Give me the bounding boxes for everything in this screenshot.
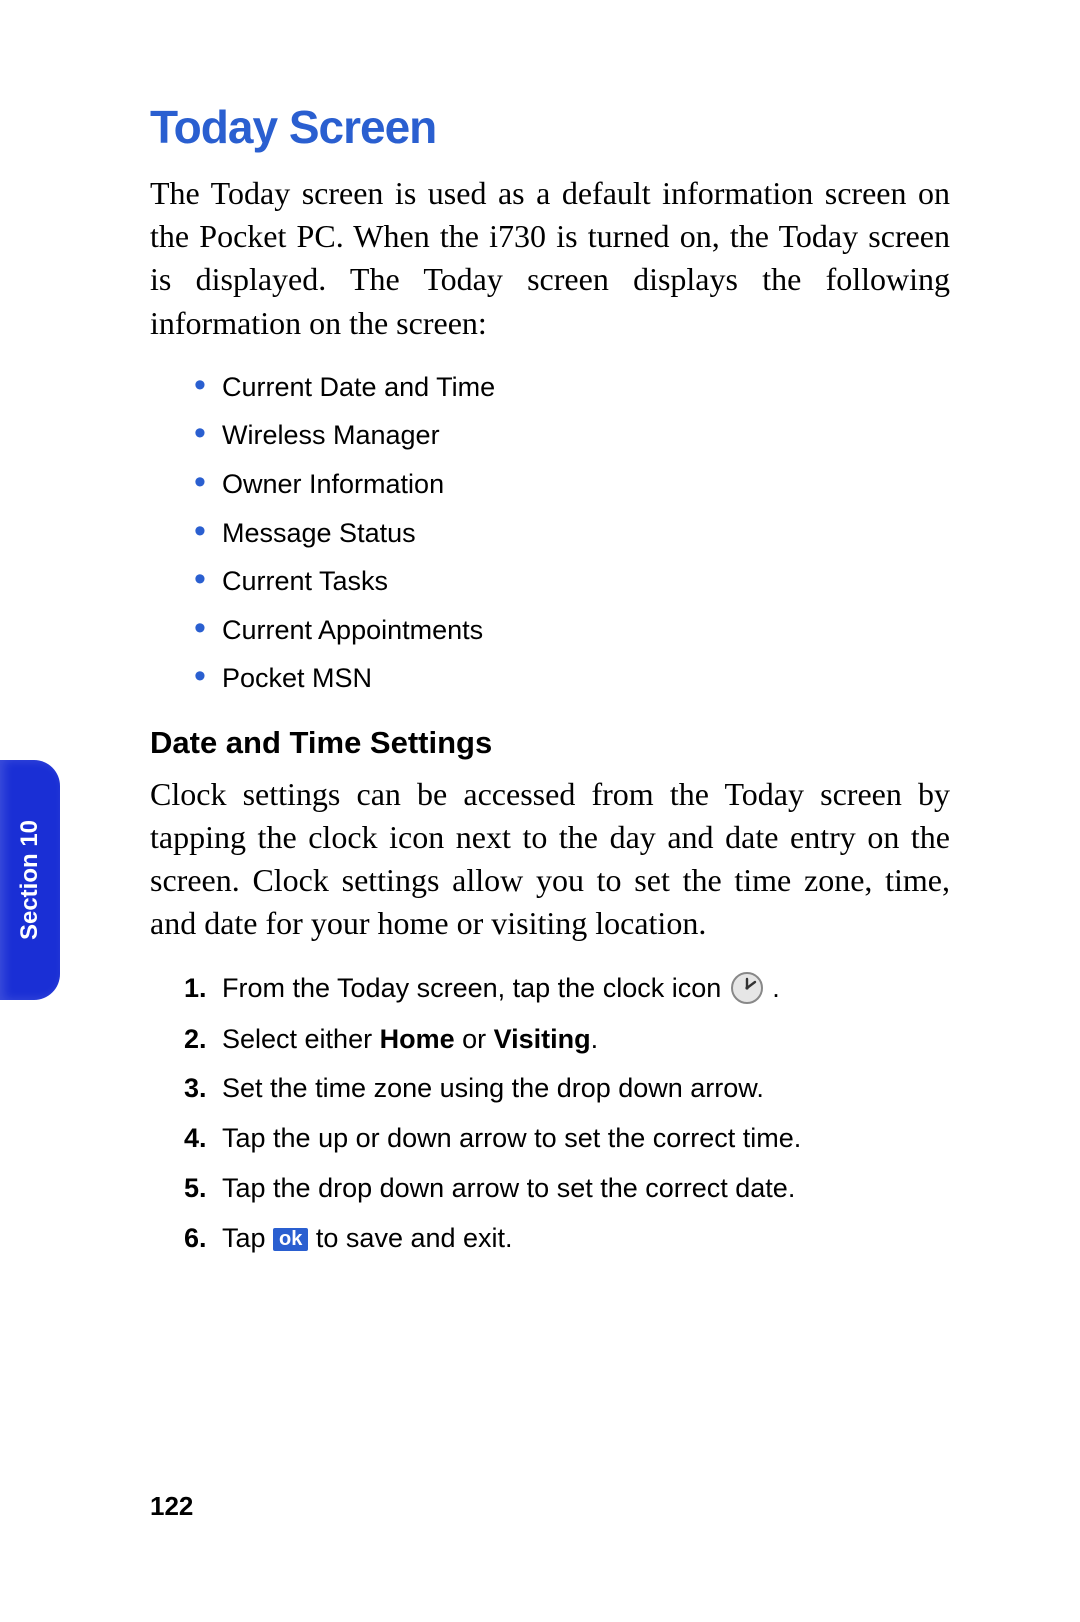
step-text: From the Today screen, tap the clock ico… (222, 973, 729, 1003)
step-item: Set the time zone using the drop down ar… (222, 1064, 950, 1114)
section-tab: Section 10 (0, 760, 60, 1000)
document-page: Section 10 Today Screen The Today screen… (0, 0, 1080, 1622)
step-bold: Visiting (494, 1024, 591, 1054)
list-item: Wireless Manager (222, 411, 950, 460)
step-item: Tap the up or down arrow to set the corr… (222, 1114, 950, 1164)
subheading: Date and Time Settings (150, 725, 950, 761)
step-text: . (772, 973, 780, 1003)
step-item: Select either Home or Visiting. (222, 1015, 950, 1065)
step-text: or (455, 1024, 494, 1054)
list-item: Message Status (222, 509, 950, 558)
intro-paragraph: The Today screen is used as a default in… (150, 172, 950, 345)
bullet-list: Current Date and Time Wireless Manager O… (150, 363, 950, 703)
step-item: Tap ok to save and exit. (222, 1214, 950, 1264)
page-content: Today Screen The Today screen is used as… (150, 100, 950, 1264)
step-item: Tap the drop down arrow to set the corre… (222, 1164, 950, 1214)
step-text: . (591, 1024, 599, 1054)
ok-icon: ok (273, 1228, 308, 1251)
page-title: Today Screen (150, 100, 950, 154)
page-number: 122 (150, 1491, 193, 1522)
list-item: Pocket MSN (222, 654, 950, 703)
step-text: to save and exit. (316, 1223, 513, 1253)
section-tab-label: Section 10 (16, 820, 44, 940)
step-item: From the Today screen, tap the clock ico… (222, 964, 950, 1015)
step-bold: Home (380, 1024, 455, 1054)
step-text: Tap (222, 1223, 273, 1253)
list-item: Current Date and Time (222, 363, 950, 412)
list-item: Owner Information (222, 460, 950, 509)
steps-list: From the Today screen, tap the clock ico… (150, 964, 950, 1265)
clock-icon (729, 965, 765, 1015)
settings-paragraph: Clock settings can be accessed from the … (150, 773, 950, 946)
step-text: Select either (222, 1024, 380, 1054)
list-item: Current Appointments (222, 606, 950, 655)
list-item: Current Tasks (222, 557, 950, 606)
